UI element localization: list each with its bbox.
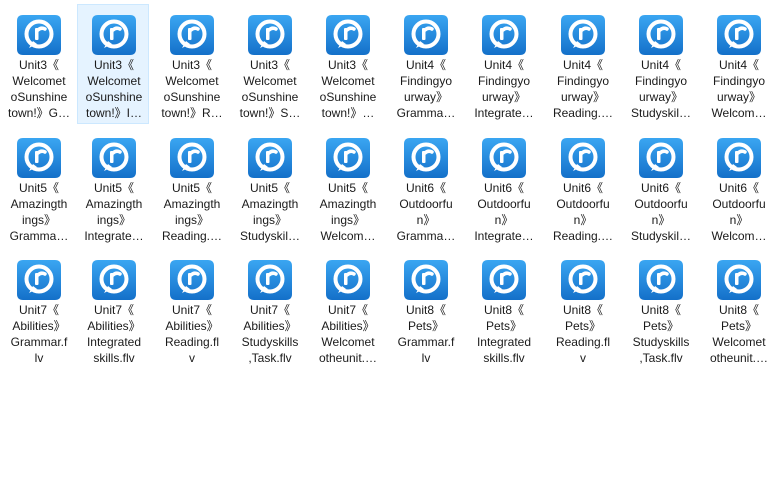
video-player-icon xyxy=(248,15,292,55)
file-name: Unit3《 Welcomet oSunshine town!》R… xyxy=(161,58,223,120)
video-player-icon xyxy=(482,138,526,178)
file-item[interactable]: Unit5《 Amazingth ings》 Reading.… xyxy=(155,127,227,247)
file-item[interactable]: Unit5《 Amazingth ings》 Gramma… xyxy=(2,127,74,247)
file-item[interactable]: Unit8《 Pets》 Studyskills ,Task.flv xyxy=(624,249,696,369)
file-item[interactable]: Unit7《 Abilities》 Grammar.f lv xyxy=(2,249,74,369)
file-name: Unit5《 Amazingth ings》 Studyskil… xyxy=(239,181,301,243)
file-name: Unit4《 Findingyo urway》 Studyskil… xyxy=(630,58,692,120)
video-player-icon xyxy=(717,138,761,178)
file-name: Unit8《 Pets》 Studyskills ,Task.flv xyxy=(632,303,690,365)
file-item[interactable]: Unit3《 Welcomet oSunshine town!》… xyxy=(311,4,383,124)
file-name: Unit8《 Pets》 Welcomet otheunit.… xyxy=(709,303,769,365)
empty-area[interactable] xyxy=(0,380,778,502)
video-player-icon xyxy=(92,15,136,55)
file-name: Unit4《 Findingyo urway》 Welcom… xyxy=(711,58,767,120)
video-player-icon xyxy=(170,138,214,178)
video-player-icon xyxy=(17,260,61,300)
file-item[interactable]: Unit5《 Amazingth ings》 Studyskil… xyxy=(233,127,305,247)
video-player-icon xyxy=(561,15,605,55)
file-item[interactable]: Unit7《 Abilities》 Integrated skills.flv xyxy=(77,249,149,369)
file-name: Unit4《 Findingyo urway》 Gramma… xyxy=(396,58,456,120)
video-player-icon xyxy=(326,260,370,300)
file-name: Unit8《 Pets》 Integrated skills.flv xyxy=(476,303,532,365)
video-player-icon xyxy=(561,260,605,300)
file-name: Unit8《 Pets》 Grammar.f lv xyxy=(397,303,455,365)
file-name: Unit6《 Outdoorfu n》 Gramma… xyxy=(396,181,456,243)
video-player-icon xyxy=(326,138,370,178)
file-name: Unit3《 Welcomet oSunshine town!》… xyxy=(319,58,377,120)
video-player-icon xyxy=(17,138,61,178)
file-item[interactable]: Unit5《 Amazingth ings》 Integrate… xyxy=(77,127,149,247)
file-name: Unit5《 Amazingth ings》 Integrate… xyxy=(84,181,144,243)
file-name: Unit3《 Welcomet oSunshine town!》I… xyxy=(85,58,143,120)
file-item[interactable]: Unit3《 Welcomet oSunshine town!》R… xyxy=(155,4,227,124)
file-item[interactable]: Unit7《 Abilities》 Welcomet otheunit.… xyxy=(311,249,383,369)
file-item[interactable]: Unit8《 Pets》 Welcomet otheunit.… xyxy=(702,249,774,369)
video-player-icon xyxy=(248,138,292,178)
video-player-icon xyxy=(639,15,683,55)
file-name: Unit3《 Welcomet oSunshine town!》S… xyxy=(239,58,301,120)
file-name: Unit7《 Abilities》 Welcomet otheunit.… xyxy=(318,303,378,365)
file-name: Unit5《 Amazingth ings》 Reading.… xyxy=(161,181,223,243)
video-player-icon xyxy=(482,15,526,55)
video-player-icon xyxy=(170,15,214,55)
video-player-icon xyxy=(404,15,448,55)
file-grid: Unit3《 Welcomet oSunshine town!》G… Unit3《… xyxy=(0,0,778,380)
file-name: Unit7《 Abilities》 Grammar.f lv xyxy=(10,303,68,365)
file-item[interactable]: Unit6《 Outdoorfu n》 Studyskil… xyxy=(624,127,696,247)
file-name: Unit7《 Abilities》 Integrated skills.flv xyxy=(86,303,142,365)
file-item[interactable]: Unit4《 Findingyo urway》 Reading.… xyxy=(546,4,618,124)
video-player-icon xyxy=(404,260,448,300)
file-name: Unit7《 Abilities》 Reading.fl v xyxy=(164,303,220,365)
file-item[interactable]: Unit6《 Outdoorfu n》 Welcom… xyxy=(702,127,774,247)
file-item[interactable]: Unit3《 Welcomet oSunshine town!》S… xyxy=(233,4,305,124)
video-player-icon xyxy=(482,260,526,300)
video-player-icon xyxy=(170,260,214,300)
file-item[interactable]: Unit4《 Findingyo urway》 Studyskil… xyxy=(624,4,696,124)
file-item[interactable]: Unit3《 Welcomet oSunshine town!》I… xyxy=(77,4,149,124)
file-item[interactable]: Unit4《 Findingyo urway》 Integrate… xyxy=(467,4,539,124)
file-item[interactable]: Unit8《 Pets》 Reading.fl v xyxy=(546,249,618,369)
file-name: Unit8《 Pets》 Reading.fl v xyxy=(555,303,611,365)
video-player-icon xyxy=(92,138,136,178)
video-player-icon xyxy=(92,260,136,300)
file-item[interactable]: Unit6《 Outdoorfu n》 Integrate… xyxy=(467,127,539,247)
file-item[interactable]: Unit6《 Outdoorfu n》 Gramma… xyxy=(389,127,461,247)
file-item[interactable]: Unit4《 Findingyo urway》 Welcom… xyxy=(702,4,774,124)
video-player-icon xyxy=(404,138,448,178)
file-name: Unit5《 Amazingth ings》 Welcom… xyxy=(319,181,377,243)
video-player-icon xyxy=(639,138,683,178)
video-player-icon xyxy=(717,15,761,55)
video-player-icon xyxy=(717,260,761,300)
file-name: Unit4《 Findingyo urway》 Reading.… xyxy=(552,58,614,120)
video-player-icon xyxy=(326,15,370,55)
file-name: Unit7《 Abilities》 Studyskills ,Task.flv xyxy=(241,303,299,365)
video-player-icon xyxy=(639,260,683,300)
file-name: Unit6《 Outdoorfu n》 Reading.… xyxy=(552,181,614,243)
video-player-icon xyxy=(561,138,605,178)
file-item[interactable]: Unit4《 Findingyo urway》 Gramma… xyxy=(389,4,461,124)
video-player-icon xyxy=(17,15,61,55)
file-item[interactable]: Unit7《 Abilities》 Studyskills ,Task.flv xyxy=(233,249,305,369)
file-item[interactable]: Unit7《 Abilities》 Reading.fl v xyxy=(155,249,227,369)
video-player-icon xyxy=(248,260,292,300)
file-name: Unit5《 Amazingth ings》 Gramma… xyxy=(9,181,69,243)
file-item[interactable]: Unit5《 Amazingth ings》 Welcom… xyxy=(311,127,383,247)
file-name: Unit6《 Outdoorfu n》 Studyskil… xyxy=(630,181,692,243)
file-name: Unit3《 Welcomet oSunshine town!》G… xyxy=(7,58,71,120)
file-name: Unit4《 Findingyo urway》 Integrate… xyxy=(474,58,534,120)
file-name: Unit6《 Outdoorfu n》 Integrate… xyxy=(474,181,534,243)
file-item[interactable]: Unit3《 Welcomet oSunshine town!》G… xyxy=(2,4,74,124)
file-item[interactable]: Unit8《 Pets》 Integrated skills.flv xyxy=(467,249,539,369)
file-item[interactable]: Unit6《 Outdoorfu n》 Reading.… xyxy=(546,127,618,247)
file-name: Unit6《 Outdoorfu n》 Welcom… xyxy=(711,181,767,243)
file-item[interactable]: Unit8《 Pets》 Grammar.f lv xyxy=(389,249,461,369)
